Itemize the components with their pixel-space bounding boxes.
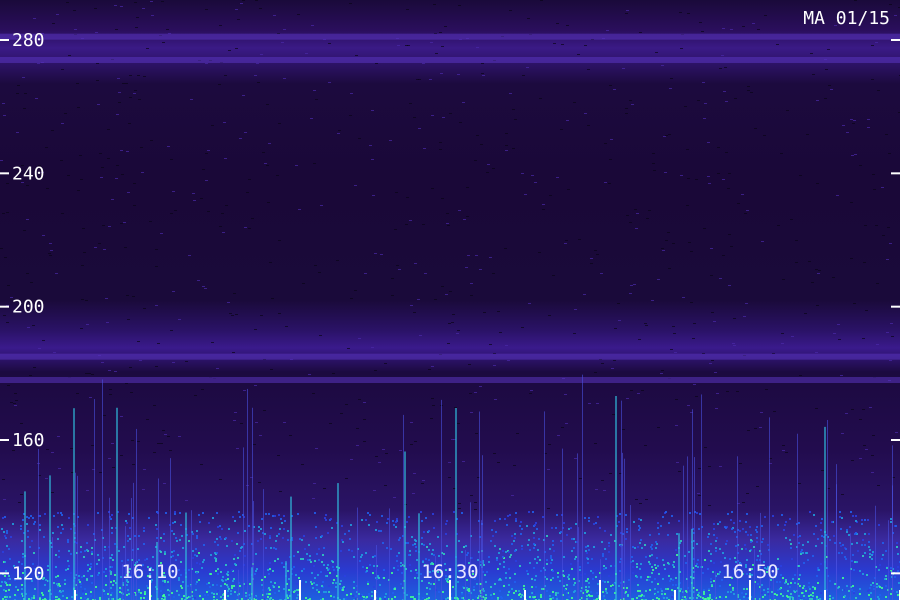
spectrogram: 120 160 200 240 280 16:10 16:30 16:50 MA 01/15	[0, 0, 900, 600]
chart-title: MA 01/15	[803, 8, 890, 29]
x-tick-label: 16:30	[421, 561, 478, 583]
x-tick-label: 16:10	[121, 561, 178, 583]
y-tick-label: 280	[12, 30, 45, 51]
spectrogram-texture	[0, 0, 900, 600]
y-tick-label: 200	[12, 297, 45, 318]
y-tick-label: 240	[12, 163, 45, 184]
spectrogram-svg: 120 160 200 240 280 16:10 16:30 16:50 MA 01/15	[0, 0, 900, 600]
x-tick-label: 16:50	[721, 561, 778, 583]
y-tick-label: 120	[12, 563, 45, 584]
y-tick-label: 160	[12, 430, 45, 451]
